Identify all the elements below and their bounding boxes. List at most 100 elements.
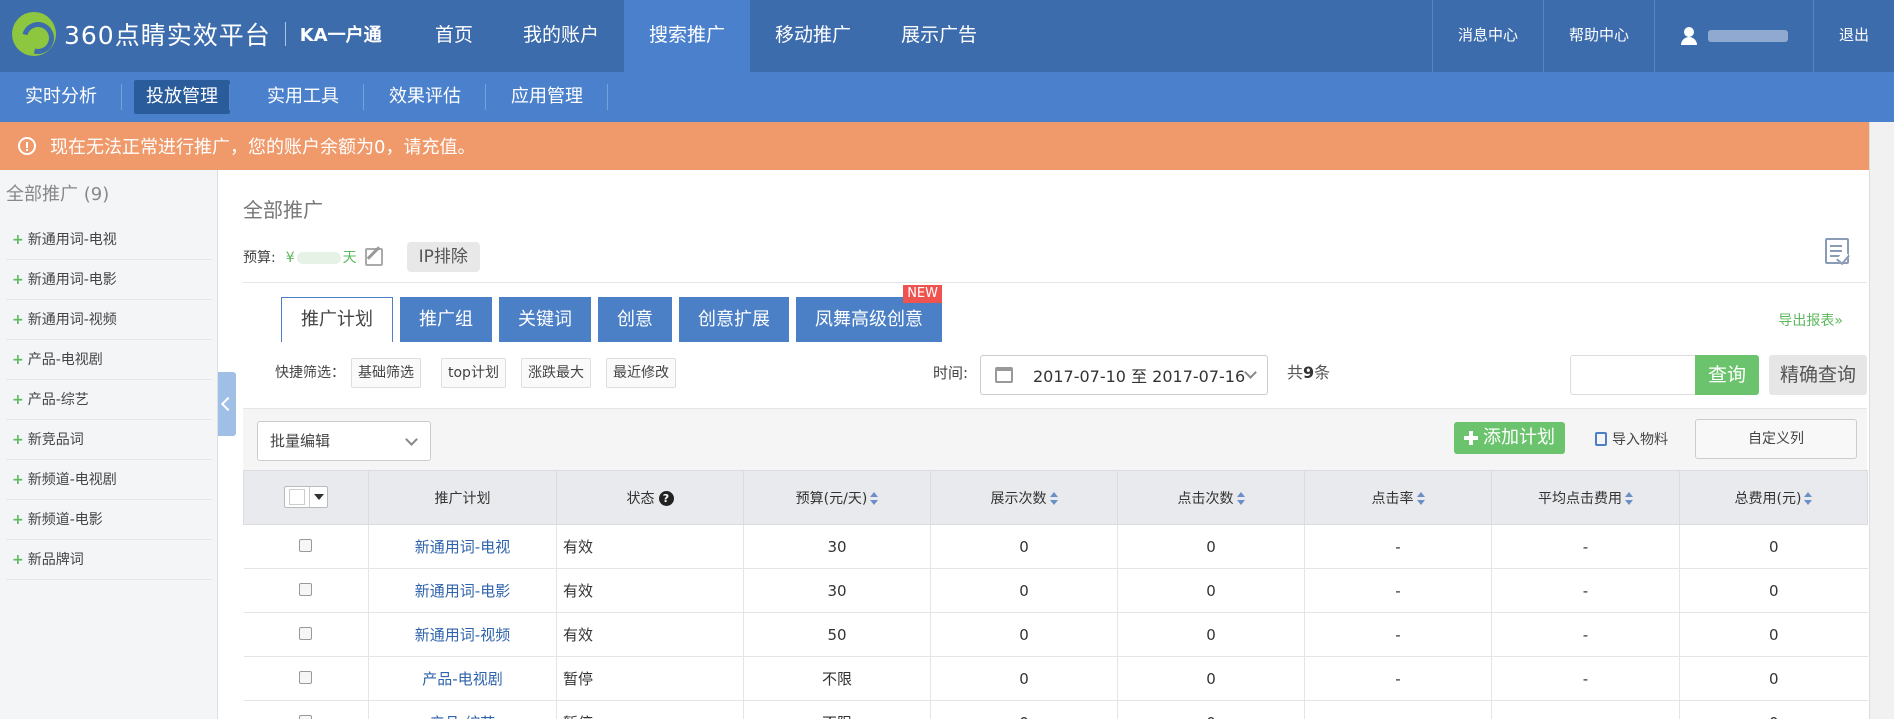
sidebar-item[interactable]: + 新通用词-电影 <box>6 260 212 300</box>
subnav-delivery-management[interactable]: 投放管理 <box>134 72 230 122</box>
subnav-tools[interactable]: 实用工具 <box>242 72 364 122</box>
sidebar-collapse-chevron-icon[interactable] <box>218 372 236 436</box>
avg-cpc-cell: - <box>1491 700 1680 719</box>
expand-plus-icon[interactable]: + <box>12 432 24 448</box>
date-range-value: 2017-07-10 至 2017-07-16 <box>1033 367 1246 386</box>
chevron-down-icon <box>1244 366 1257 379</box>
plan-name-link[interactable]: 新通用词-电视 <box>368 524 557 569</box>
date-range-picker[interactable]: 2017-07-10 至 2017-07-16 <box>980 355 1268 395</box>
expand-plus-icon[interactable]: + <box>12 392 24 408</box>
row-checkbox[interactable] <box>299 538 313 552</box>
import-materials-link[interactable]: 导入物料 <box>1595 429 1668 449</box>
subnav-label: 应用管理 <box>511 86 583 107</box>
col-header-budget[interactable]: 预算(元/天) <box>743 470 931 525</box>
tab-creative-extensions[interactable]: 创意扩展 <box>679 297 789 342</box>
expand-plus-icon[interactable]: + <box>12 472 24 488</box>
expand-plus-icon[interactable]: + <box>12 312 24 328</box>
budget-cell[interactable]: 50 <box>743 612 931 657</box>
edit-icon[interactable] <box>364 248 383 266</box>
budget-cell[interactable]: 不限 <box>743 656 931 701</box>
tab-ad-groups[interactable]: 推广组 <box>400 297 492 342</box>
export-report-link[interactable]: 导出报表» <box>1778 310 1843 330</box>
impressions-cell: 0 <box>930 612 1118 657</box>
tab-campaigns[interactable]: 推广计划 <box>281 297 393 342</box>
logout-link[interactable]: 退出 <box>1812 0 1894 72</box>
sidebar-item[interactable]: + 新通用词-电视 <box>6 220 212 260</box>
sidebar-item[interactable]: + 新通用词-视频 <box>6 300 212 340</box>
custom-columns-button[interactable]: 自定义列 <box>1695 419 1857 459</box>
add-plan-button[interactable]: 添加计划 <box>1454 422 1565 454</box>
row-checkbox[interactable] <box>299 714 313 719</box>
main-nav-search-promo[interactable]: 搜索推广 <box>624 0 751 72</box>
col-header-ctr[interactable]: 点击率 <box>1304 470 1492 525</box>
help-question-icon[interactable]: ? <box>658 491 674 506</box>
table-row: 产品-综艺 暂停 不限 0 0 - - 0 <box>243 700 1868 719</box>
row-checkbox[interactable] <box>299 582 313 596</box>
caret-down-icon[interactable] <box>309 487 327 507</box>
expand-plus-icon[interactable]: + <box>12 352 24 368</box>
filter-chip-top[interactable]: top计划 <box>441 358 506 388</box>
plan-name-link[interactable]: 产品-电视剧 <box>368 656 557 701</box>
table-row: 产品-电视剧 暂停 不限 0 0 - - 0 <box>243 656 1868 701</box>
status-cell: 有效 <box>556 524 744 569</box>
filter-chip-recent[interactable]: 最近修改 <box>606 358 676 388</box>
sidebar-item[interactable]: + 新竞品词 <box>6 420 212 460</box>
row-checkbox[interactable] <box>299 626 313 640</box>
sidebar-item[interactable]: + 新品牌词 <box>6 540 212 580</box>
col-header-clicks[interactable]: 点击次数 <box>1117 470 1305 525</box>
expand-plus-icon[interactable]: + <box>12 232 24 248</box>
query-button[interactable]: 查询 <box>1695 355 1759 395</box>
select-all-checkbox[interactable] <box>289 489 305 505</box>
tab-keywords[interactable]: 关键词 <box>499 297 591 342</box>
main-nav-display-ads[interactable]: 展示广告 <box>876 0 1002 72</box>
user-name-redacted <box>1707 30 1788 42</box>
report-checklist-icon[interactable] <box>1825 238 1849 264</box>
brand-logo[interactable]: 360点睛实效平台 KA一户通 <box>12 12 382 56</box>
vertical-scrollbar[interactable] <box>1869 122 1894 719</box>
expand-plus-icon[interactable]: + <box>12 272 24 288</box>
batch-edit-select[interactable]: 批量编辑 <box>257 421 431 461</box>
col-header-impressions[interactable]: 展示次数 <box>930 470 1118 525</box>
exact-query-button[interactable]: 精确查询 <box>1769 355 1867 395</box>
ip-exclusion-button[interactable]: IP排除 <box>406 242 480 272</box>
subnav-realtime-analysis[interactable]: 实时分析 <box>0 72 122 122</box>
subnav-app-management[interactable]: 应用管理 <box>486 72 608 122</box>
plan-name-link[interactable]: 新通用词-电影 <box>368 568 557 613</box>
user-menu[interactable] <box>1653 0 1813 72</box>
expand-plus-icon[interactable]: + <box>12 512 24 528</box>
expand-plus-icon[interactable]: + <box>12 552 24 568</box>
avg-cpc-cell: - <box>1491 612 1680 657</box>
main-nav: 首页 我的账户 搜索推广 移动推广 展示广告 <box>410 0 1002 72</box>
select-all-dropdown[interactable] <box>284 486 328 508</box>
sidebar-all-campaigns[interactable]: 全部推广 (9) <box>0 170 217 220</box>
main-nav-account[interactable]: 我的账户 <box>498 0 624 72</box>
help-link[interactable]: 帮助中心 <box>1542 0 1654 72</box>
sort-icon <box>1804 491 1813 506</box>
plan-name-link[interactable]: 产品-综艺 <box>368 700 557 719</box>
filter-chip-basic[interactable]: 基础筛选 <box>351 358 421 388</box>
banner-text: 现在无法正常进行推广，您的账户余额为0，请充值。 <box>50 137 476 158</box>
col-header-total-cost[interactable]: 总费用(元) <box>1679 470 1868 525</box>
sidebar-item[interactable]: + 产品-综艺 <box>6 380 212 420</box>
search-input[interactable] <box>1570 355 1698 395</box>
sidebar-item[interactable]: + 新频道-电影 <box>6 500 212 540</box>
impressions-cell: 0 <box>930 524 1118 569</box>
total-prefix: 共 <box>1287 363 1304 382</box>
budget-cell[interactable]: 不限 <box>743 700 931 719</box>
sidebar-item[interactable]: + 产品-电视剧 <box>6 340 212 380</box>
subnav-effect-evaluation[interactable]: 效果评估 <box>364 72 486 122</box>
main-nav-home[interactable]: 首页 <box>410 0 498 72</box>
col-header-avg-cpc[interactable]: 平均点击费用 <box>1491 470 1680 525</box>
total-cost-cell: 0 <box>1679 700 1868 719</box>
sidebar-item[interactable]: + 新频道-电视剧 <box>6 460 212 500</box>
filter-chip-biggest-change[interactable]: 涨跌最大 <box>521 358 591 388</box>
tab-creatives[interactable]: 创意 <box>598 297 672 342</box>
plan-name-link[interactable]: 新通用词-视频 <box>368 612 557 657</box>
table-row: 新通用词-电影 有效 30 0 0 - - 0 <box>243 568 1868 613</box>
budget-cell[interactable]: 30 <box>743 568 931 613</box>
messages-link[interactable]: 消息中心 <box>1431 0 1543 72</box>
main-nav-mobile-promo[interactable]: 移动推广 <box>750 0 876 72</box>
budget-cell[interactable]: 30 <box>743 524 931 569</box>
row-checkbox[interactable] <box>299 670 313 684</box>
tab-advanced-creatives[interactable]: 凤舞高级创意 NEW <box>796 285 942 342</box>
